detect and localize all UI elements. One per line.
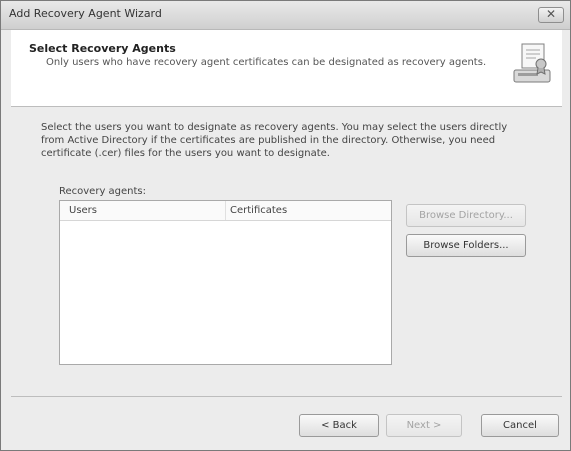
list-header: Users Certificates — [60, 201, 391, 221]
footer-divider — [11, 396, 562, 397]
recovery-agents-list[interactable]: Users Certificates — [59, 200, 392, 365]
close-button[interactable]: ✕ — [538, 7, 564, 23]
wizard-window: Add Recovery Agent Wizard ✕ Select Recov… — [0, 0, 571, 451]
close-icon: ✕ — [545, 7, 557, 21]
wizard-certificate-icon — [513, 43, 551, 83]
title-bar: Add Recovery Agent Wizard ✕ — [1, 1, 570, 30]
recovery-agents-label: Recovery agents: — [59, 186, 147, 197]
column-header-certificates[interactable]: Certificates — [230, 205, 287, 216]
instructions-text: Select the users you want to designate a… — [41, 122, 508, 159]
back-button[interactable]: < Back — [299, 414, 379, 437]
browse-folders-button[interactable]: Browse Folders... — [406, 234, 526, 257]
column-header-users[interactable]: Users — [69, 205, 97, 216]
browse-directory-button[interactable]: Browse Directory... — [406, 204, 526, 227]
page-title: Select Recovery Agents — [29, 42, 176, 55]
next-button[interactable]: Next > — [386, 414, 462, 437]
cancel-button[interactable]: Cancel — [481, 414, 559, 437]
page-subtitle: Only users who have recovery agent certi… — [46, 57, 487, 68]
window-title: Add Recovery Agent Wizard — [9, 7, 162, 20]
column-divider[interactable] — [225, 201, 226, 220]
wizard-header: Select Recovery Agents Only users who ha… — [11, 30, 562, 107]
